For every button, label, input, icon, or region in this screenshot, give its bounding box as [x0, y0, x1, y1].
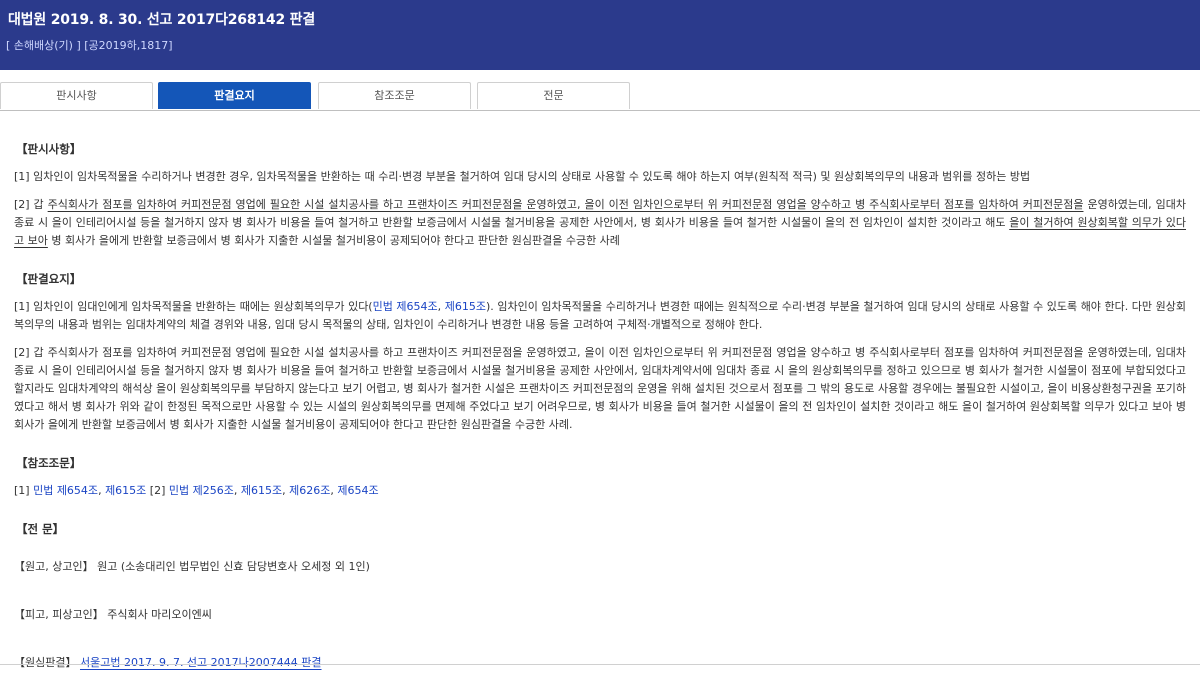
law-link[interactable]: 민법 제654조	[33, 484, 98, 497]
panshi-2-suffix: 병 회사가 을에게 반환할 보증금에서 병 회사가 지출한 시설물 철거비용이 …	[47, 234, 620, 247]
law-link[interactable]: 제615조	[241, 484, 282, 497]
case-title: 대법원 2019. 8. 30. 선고 2017다268142 판결	[8, 12, 316, 28]
bottom-divider	[0, 664, 1200, 665]
law-link[interactable]: 제654조	[337, 484, 378, 497]
section-title-panshi: 【판시사항】	[16, 142, 82, 156]
panshi-2-underlined-a: 주식회사가 점포를 임차하여 커피전문점 영업에 필요한 시설 설치공사를 하고…	[47, 198, 1084, 211]
separator: ,	[437, 300, 445, 313]
tab-panshi[interactable]: 판시사항	[0, 82, 153, 109]
panshi-item-2: [2] 갑 주식회사가 점포를 임차하여 커피전문점 영업에 필요한 시설 설치…	[14, 196, 1186, 250]
tab-full-text[interactable]: 전문	[477, 82, 630, 109]
section-title-ref: 【참조조문】	[16, 456, 82, 470]
section-title-yoji: 【판결요지】	[16, 272, 82, 286]
separator: ,	[233, 484, 241, 497]
law-link[interactable]: 제626조	[289, 484, 330, 497]
lower-judgment-label: 【원심판결】	[14, 656, 80, 669]
law-link[interactable]: 민법 제654조	[373, 300, 438, 313]
ref-prefix: [1]	[14, 484, 34, 497]
page-header: 대법원 2019. 8. 30. 선고 2017다268142 판결 [ 손해배…	[0, 0, 1200, 70]
tab-ref-articles[interactable]: 참조조문	[318, 82, 471, 109]
panshi-item-1: [1] 임차인이 임차목적물을 수리하거나 변경한 경우, 임차목적물을 반환하…	[14, 170, 1031, 183]
judgment-content: 【판시사항】 [1] 임차인이 임차목적물을 수리하거나 변경한 경우, 임차목…	[14, 140, 1186, 682]
yoji-item-1: [1] 임차인이 임대인에게 임차목적물을 반환하는 때에는 원상회복의무가 있…	[14, 298, 1186, 334]
tab-yoji[interactable]: 판결요지	[158, 82, 311, 109]
law-link[interactable]: 제615조	[445, 300, 486, 313]
panshi-2-prefix: [2] 갑	[14, 198, 48, 211]
separator: ,	[98, 484, 106, 497]
yoji-item-2: [2] 갑 주식회사가 점포를 임차하여 커피전문점 영업에 필요한 시설 설치…	[14, 346, 1186, 431]
law-link[interactable]: 제615조	[105, 484, 146, 497]
defendant-line: 【피고, 피상고인】 주식회사 마리오이엔씨	[14, 608, 212, 621]
case-subtitle[interactable]: [ 손해배상(기) ] [공2019하,1817]	[6, 37, 173, 53]
lower-judgment-line: 【원심판결】 서울고법 2017. 9. 7. 선고 2017나2007444 …	[14, 654, 1186, 672]
law-link[interactable]: 민법 제256조	[169, 484, 234, 497]
section-title-full: 【전 문】	[16, 522, 65, 536]
tab-bar: 판시사항 판결요지 참조조문 전문	[0, 82, 1200, 111]
yoji-1-text-a: [1] 임차인이 임대인에게 임차목적물을 반환하는 때에는 원상회복의무가 있…	[14, 300, 373, 313]
plaintiff-line: 【원고, 상고인】 원고 (소송대리인 법무법인 신효 담당변호사 오세정 외 …	[14, 560, 370, 573]
lower-judgment-link[interactable]: 서울고법 2017. 9. 7. 선고 2017나2007444 판결	[80, 656, 322, 669]
ref-articles-list: [1] 민법 제654조, 제615조 [2] 민법 제256조, 제615조,…	[14, 482, 1186, 500]
ref-prefix: [2]	[146, 484, 169, 497]
